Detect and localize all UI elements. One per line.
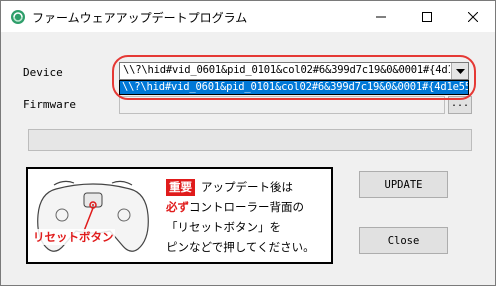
- notice-line-1: 重要 アップデート後は: [166, 177, 332, 197]
- notice-emphasis: 必ず: [166, 200, 189, 214]
- maximize-icon: [422, 11, 432, 22]
- window-title: ファームウェアアップデートプログラム: [32, 11, 248, 25]
- progress-bar: [28, 129, 472, 151]
- notice-panel: リセットボタン 重要 アップデート後は 必ずコントローラー背面の 「リセットボタン…: [26, 167, 333, 264]
- notice-text: 重要 アップデート後は 必ずコントローラー背面の 「リセットボタン」を ピンなどで…: [166, 177, 332, 257]
- app-window: ファームウェアアップデートプログラム Device Firmware \\?\h…: [0, 0, 496, 286]
- firmware-label: Firmware: [23, 98, 76, 111]
- notice-line-2-text: コントローラー背面の: [189, 200, 304, 214]
- reset-button-callout: リセットボタン: [32, 229, 115, 245]
- close-icon: [468, 11, 478, 22]
- notice-line-3: 「リセットボタン」を: [166, 220, 281, 234]
- minimize-icon: [376, 16, 386, 17]
- title-bar[interactable]: ファームウェアアップデートプログラム: [1, 1, 495, 32]
- notice-line-4: ピンなどで押してください。: [166, 240, 315, 254]
- minimize-button[interactable]: [358, 1, 404, 32]
- device-highlight-ring: [112, 55, 476, 100]
- close-window-button[interactable]: [450, 1, 496, 32]
- notice-line-1-text: アップデート後は: [201, 180, 293, 194]
- maximize-button[interactable]: [404, 1, 450, 32]
- notice-line-2: 必ずコントローラー背面の: [166, 197, 332, 217]
- close-button[interactable]: Close: [359, 227, 448, 254]
- update-button[interactable]: UPDATE: [359, 171, 448, 198]
- app-icon: [11, 10, 25, 24]
- device-label: Device: [23, 66, 63, 79]
- important-badge: 重要: [166, 179, 195, 196]
